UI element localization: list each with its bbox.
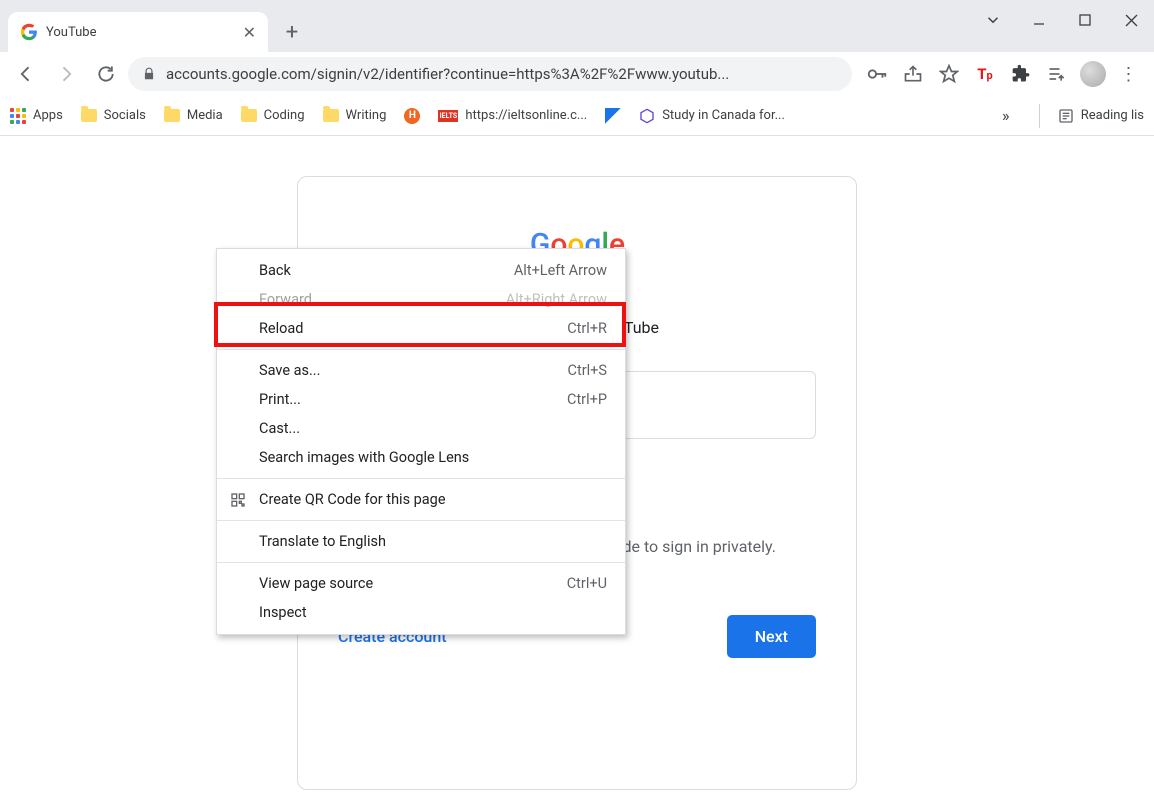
bookmarks-bar: Apps Socials Media Coding Writing H IELT… <box>0 96 1154 136</box>
bookmark-item[interactable]: IELTShttps://ieltsonline.c... <box>438 108 587 123</box>
tab-strip: YouTube ✕ + <box>0 0 1154 52</box>
folder-icon <box>81 109 97 122</box>
folder-icon <box>241 109 257 122</box>
tab-close-button[interactable]: ✕ <box>243 23 256 42</box>
toolbar: accounts.google.com/signin/v2/identifier… <box>0 52 1154 96</box>
menu-separator <box>217 349 625 350</box>
reading-list-button[interactable]: Reading lis <box>1058 108 1144 124</box>
window-minimize[interactable] <box>1016 0 1062 40</box>
ctx-cast[interactable]: Cast... <box>217 414 625 443</box>
bookmark-item[interactable] <box>605 108 621 124</box>
ctx-forward[interactable]: ForwardAlt+Right Arrow <box>217 285 625 314</box>
lock-icon <box>142 67 156 81</box>
back-button[interactable] <box>8 56 44 92</box>
bookmark-item[interactable]: Study in Canada for... <box>639 108 785 124</box>
ctx-back[interactable]: BackAlt+Left Arrow <box>217 256 625 285</box>
ctx-translate[interactable]: Translate to English <box>217 527 625 556</box>
password-key-icon[interactable] <box>860 56 894 92</box>
bookmark-item[interactable]: H <box>404 108 420 124</box>
tab-title: YouTube <box>46 25 235 40</box>
bookmark-folder[interactable]: Coding <box>241 108 305 123</box>
bookmark-overflow[interactable]: » <box>991 106 1021 125</box>
new-tab-button[interactable]: + <box>278 18 306 46</box>
browser-tab[interactable]: YouTube ✕ <box>8 12 268 52</box>
chrome-menu-button[interactable]: ⋮ <box>1112 56 1146 92</box>
bookmark-folder[interactable]: Media <box>164 108 223 123</box>
bookmark-folder[interactable]: Socials <box>81 108 146 123</box>
media-control-icon[interactable] <box>1040 56 1074 92</box>
qr-icon <box>229 491 247 509</box>
share-icon[interactable] <box>896 56 930 92</box>
ctx-search-lens[interactable]: Search images with Google Lens <box>217 443 625 472</box>
folder-icon <box>323 109 339 122</box>
ctx-inspect[interactable]: Inspect <box>217 598 625 627</box>
apps-label: Apps <box>33 108 63 123</box>
menu-separator <box>217 562 625 563</box>
menu-separator <box>217 520 625 521</box>
google-favicon <box>20 23 38 41</box>
context-menu: BackAlt+Left Arrow ForwardAlt+Right Arro… <box>216 248 626 635</box>
reload-button[interactable] <box>88 56 124 92</box>
window-maximize[interactable] <box>1062 0 1108 40</box>
next-button[interactable]: Next <box>727 615 816 658</box>
extension-tp-icon[interactable]: Tp <box>968 56 1002 92</box>
hex-icon <box>639 108 655 124</box>
url-text: accounts.google.com/signin/v2/identifier… <box>166 65 838 83</box>
folder-icon <box>164 109 180 122</box>
apps-shortcut[interactable]: Apps <box>10 108 63 124</box>
ctx-reload[interactable]: ReloadCtrl+R <box>217 314 625 343</box>
ctx-view-source[interactable]: View page sourceCtrl+U <box>217 569 625 598</box>
h-icon: H <box>404 108 420 124</box>
bookmark-star-icon[interactable] <box>932 56 966 92</box>
window-close[interactable] <box>1108 0 1154 40</box>
ctx-print[interactable]: Print...Ctrl+P <box>217 385 625 414</box>
bookmark-folder[interactable]: Writing <box>323 108 387 123</box>
address-bar[interactable]: accounts.google.com/signin/v2/identifier… <box>128 57 852 91</box>
ctx-save-as[interactable]: Save as...Ctrl+S <box>217 356 625 385</box>
apps-grid-icon <box>10 108 26 124</box>
tab-search-chevron[interactable] <box>970 0 1016 40</box>
ielts-icon: IELTS <box>438 110 458 122</box>
menu-separator <box>217 478 625 479</box>
forward-button[interactable] <box>48 56 84 92</box>
ctx-qr-code[interactable]: Create QR Code for this page <box>217 485 625 514</box>
profile-avatar[interactable] <box>1076 56 1110 92</box>
extensions-puzzle-icon[interactable] <box>1004 56 1038 92</box>
separator <box>1039 104 1040 128</box>
bluebox-icon <box>605 108 621 124</box>
